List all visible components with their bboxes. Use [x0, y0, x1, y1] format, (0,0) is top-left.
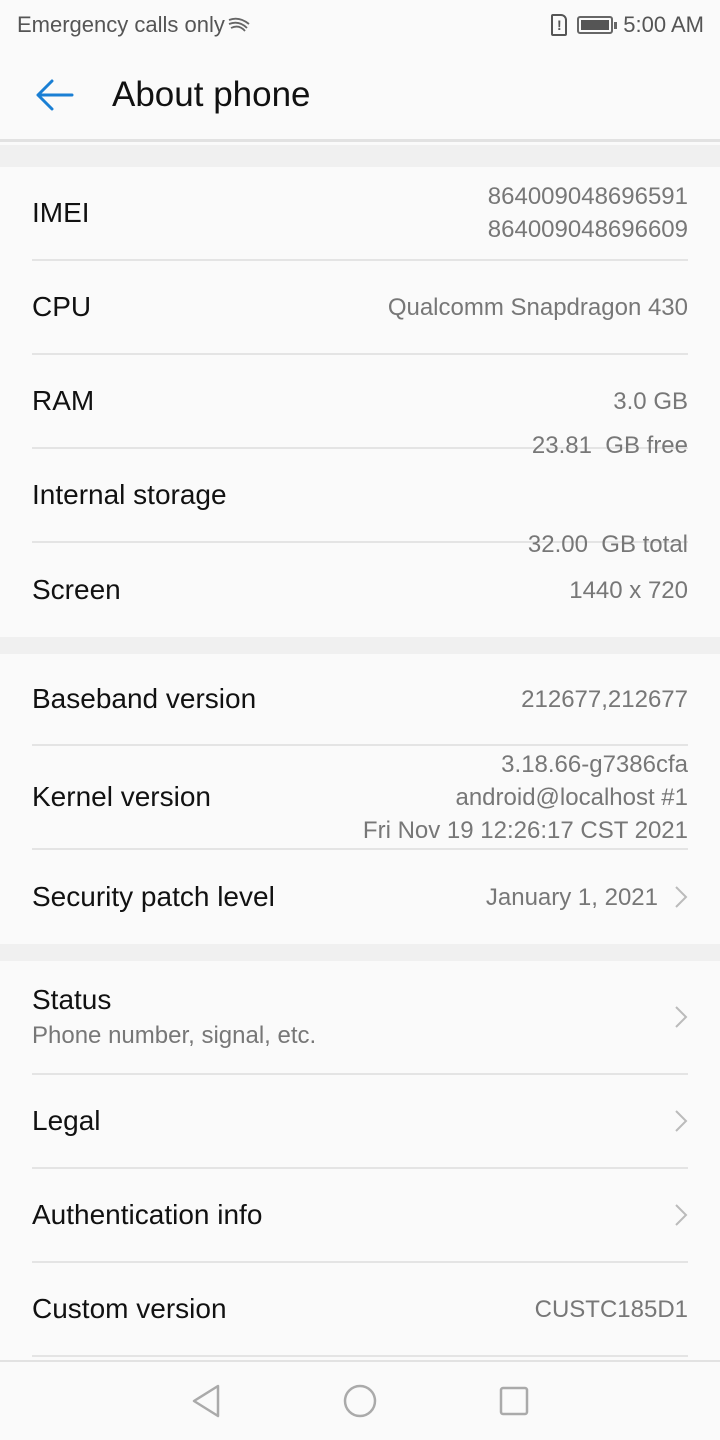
custom-version-row[interactable]: Custom version CUSTC185D1 [32, 1263, 688, 1357]
row-label: Status [32, 984, 112, 1015]
battery-icon [577, 16, 618, 34]
recents-icon[interactable] [498, 1385, 530, 1417]
imei-2: 864009048696609 [487, 216, 688, 243]
status-bar: Emergency calls only ! 5:00 AM [0, 0, 720, 50]
swiftkey-icon [228, 17, 250, 32]
baseband-row[interactable]: Baseband version 212677,212677 [32, 654, 688, 746]
baseband-value: 212677,212677 [521, 685, 688, 713]
storage-free: 23.81 GB free [531, 432, 688, 459]
arrow-left-icon [36, 79, 74, 110]
kernel-line: 3.18.66-g7386cfa [501, 750, 688, 778]
back-button[interactable] [0, 49, 112, 141]
row-label: Baseband version [32, 683, 257, 714]
navigation-bar [0, 1360, 720, 1440]
carrier-text: Emergency calls only [17, 12, 225, 37]
chevron-right-icon [675, 886, 688, 908]
chevron-right-icon [675, 1006, 688, 1028]
screen-value: 1440 x 720 [569, 576, 688, 604]
legal-row[interactable]: Legal [32, 1075, 688, 1169]
page-title: About phone [112, 74, 311, 114]
imei-1: 864009048696591 [487, 183, 688, 210]
home-icon[interactable] [342, 1383, 378, 1419]
row-label: IMEI [32, 197, 90, 228]
row-subtitle: Phone number, signal, etc. [32, 1022, 317, 1049]
app-bar: About phone [0, 50, 720, 142]
row-label: CPU [32, 291, 92, 322]
row-label: Internal storage [32, 479, 227, 510]
group-divider [0, 145, 720, 167]
row-label: Legal [32, 1105, 101, 1136]
storage-total: 32.00 GB total [527, 531, 688, 558]
kernel-line: Fri Nov 19 12:26:17 CST 2021 [362, 816, 688, 844]
back-icon[interactable] [190, 1383, 222, 1419]
row-label: Security patch level [32, 881, 275, 912]
chevron-right-icon [675, 1204, 688, 1226]
row-label: Kernel version [32, 781, 211, 812]
row-label: RAM [32, 385, 95, 416]
row-label: Screen [32, 574, 121, 605]
software-group: Baseband version 212677,212677 Kernel ve… [0, 654, 720, 944]
cpu-value: Qualcomm Snapdragon 430 [387, 293, 688, 321]
hardware-group: IMEI 864009048696591 864009048696609 CPU… [0, 167, 720, 637]
chevron-right-icon [675, 1110, 688, 1132]
group-divider [0, 944, 720, 961]
custom-version-value: CUSTC185D1 [534, 1295, 688, 1323]
imei-value: 864009048696591 864009048696609 [488, 180, 688, 246]
kernel-value: 3.18.66-g7386cfa android@localhost #1 Fr… [363, 748, 688, 847]
status-row[interactable]: Status Phone number, signal, etc. [32, 961, 688, 1075]
cpu-row[interactable]: CPU Qualcomm Snapdragon 430 [32, 261, 688, 355]
kernel-line: android@localhost #1 [455, 783, 688, 811]
sim-alert-icon: ! [551, 14, 568, 36]
row-label: Authentication info [32, 1199, 263, 1230]
settings-list: IMEI 864009048696591 864009048696609 CPU… [0, 145, 720, 1357]
storage-row[interactable]: Internal storage 23.81 GB free 32.00 GB … [32, 432, 688, 558]
group-divider [0, 637, 720, 654]
kernel-row[interactable]: Kernel version 3.18.66-g7386cfa android@… [32, 746, 688, 850]
info-group: Status Phone number, signal, etc. Legal … [0, 961, 720, 1357]
clock: 5:00 AM [623, 12, 704, 37]
authentication-row[interactable]: Authentication info [32, 1169, 688, 1263]
security-patch-value: January 1, 2021 [485, 883, 658, 911]
security-patch-row[interactable]: Security patch level January 1, 2021 [32, 850, 688, 944]
imei-row[interactable]: IMEI 864009048696591 864009048696609 [32, 167, 688, 261]
row-label: Custom version [32, 1293, 227, 1324]
